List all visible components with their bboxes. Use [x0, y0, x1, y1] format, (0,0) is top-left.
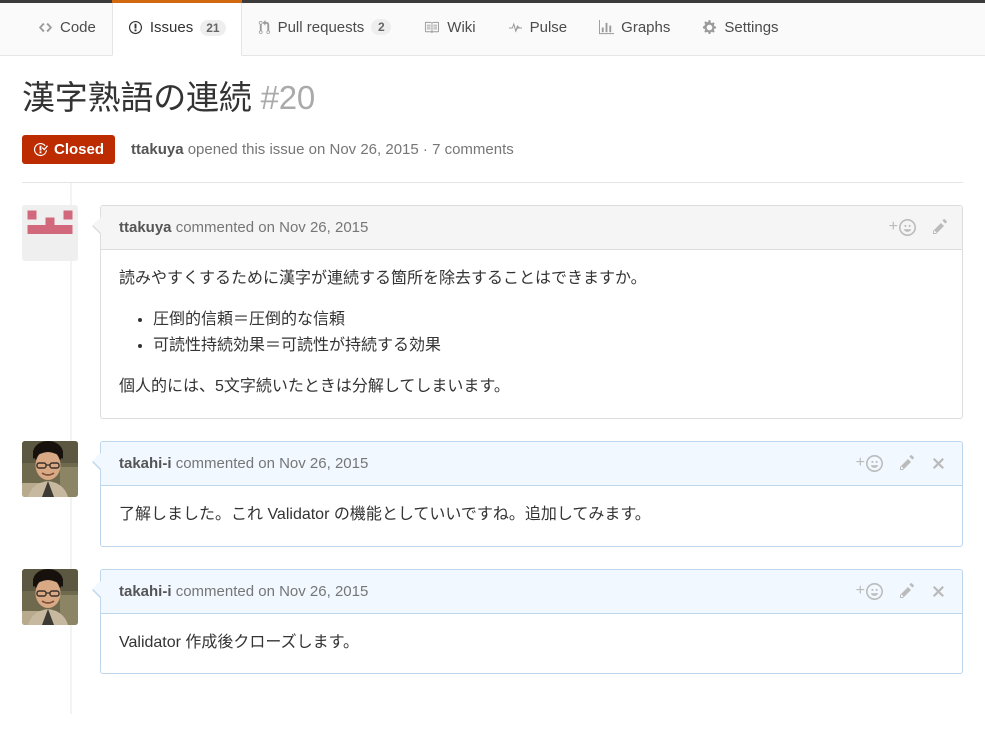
x-icon — [931, 455, 948, 472]
issue-closed-icon — [33, 142, 48, 157]
issue-meta-date: Nov 26, 2015 — [329, 140, 419, 158]
comment-date: Nov 26, 2015 — [279, 218, 369, 236]
comment-body: Validator 作成後クローズします。 — [101, 614, 962, 674]
comment-box: ttakuya commented on Nov 26, 2015 + 読みやす… — [92, 204, 963, 419]
pulse-icon — [508, 20, 523, 35]
issue-opened-icon — [128, 20, 143, 35]
add-reaction-button[interactable]: + — [888, 218, 916, 236]
delete-comment-button[interactable] — [931, 455, 948, 472]
issue-meta-separator: · — [422, 140, 428, 158]
tab-code[interactable]: Code — [22, 0, 112, 55]
avatar[interactable] — [22, 440, 78, 497]
edit-comment-button[interactable] — [899, 583, 915, 599]
photo-avatar — [22, 440, 78, 497]
issue-number: #20 — [260, 79, 316, 116]
comment-action-text: commented on — [175, 218, 275, 236]
code-icon — [38, 20, 53, 35]
comment-date: Nov 26, 2015 — [279, 454, 369, 472]
comments-timeline: ttakuya commented on Nov 26, 2015 + 読みやす… — [0, 182, 985, 714]
list-item: 可読性持続効果＝可読性が持続する効果 — [153, 333, 944, 359]
tab-pulse-label: Pulse — [529, 18, 568, 36]
comment-author[interactable]: takahi-i — [119, 455, 172, 472]
plus-icon: + — [855, 582, 865, 600]
issue-comment-count: 7 comments — [432, 140, 514, 158]
list-item: 圧倒的信頼＝圧倒的な信頼 — [153, 307, 944, 333]
comment-paragraph: Validator 作成後クローズします。 — [119, 633, 360, 651]
timeline-comment: takahi-i commented on Nov 26, 2015 + — [22, 440, 963, 547]
issue-title-text: 漢字熟語の連続 — [22, 79, 252, 116]
comment-byline: ttakuya commented on Nov 26, 2015 — [119, 219, 368, 236]
comment-byline: takahi-i commented on Nov 26, 2015 — [119, 455, 368, 472]
book-icon — [423, 20, 440, 35]
edit-comment-button[interactable] — [932, 219, 948, 235]
comment-byline: takahi-i commented on Nov 26, 2015 — [119, 583, 368, 600]
comment-list: 圧倒的信頼＝圧倒的な信頼 可読性持続効果＝可読性が持続する効果 — [119, 307, 944, 358]
issue-meta-action: opened this issue on — [187, 140, 326, 158]
comment-author[interactable]: ttakuya — [119, 219, 172, 236]
comment-body: 了解しました。これ Validator の機能としていいですね。追加してみます。 — [101, 486, 962, 546]
page-title: 漢字熟語の連続 #20 — [22, 78, 963, 118]
tab-pull-requests-label: Pull requests — [277, 18, 365, 36]
edit-comment-button[interactable] — [899, 455, 915, 471]
avatar[interactable] — [22, 568, 78, 625]
graph-icon — [599, 19, 615, 35]
identicon-avatar — [22, 204, 78, 261]
x-icon — [931, 583, 948, 600]
timeline-comment: ttakuya commented on Nov 26, 2015 + 読みやす… — [22, 204, 963, 419]
tab-graphs[interactable]: Graphs — [583, 0, 686, 55]
tab-issues-count: 21 — [200, 19, 226, 36]
add-reaction-button[interactable]: + — [855, 582, 883, 600]
tab-issues-label: Issues — [149, 19, 194, 36]
issue-meta: Closed ttakuya opened this issue on Nov … — [22, 134, 963, 182]
comment-header: ttakuya commented on Nov 26, 2015 + — [101, 205, 962, 250]
comment-header: takahi-i commented on Nov 26, 2015 + — [101, 441, 962, 486]
tab-settings[interactable]: Settings — [686, 0, 794, 55]
comment-body: 読みやすくするために漢字が連続する箇所を除去することはできますか。 圧倒的信頼＝… — [101, 250, 962, 418]
comment-actions: + — [888, 218, 948, 236]
pencil-icon — [932, 219, 948, 235]
comment-author[interactable]: takahi-i — [119, 583, 172, 600]
tab-pull-requests-count: 2 — [371, 19, 392, 35]
comment-action-text: commented on — [175, 582, 275, 600]
plus-icon: + — [888, 218, 898, 236]
comment-paragraph: 了解しました。これ Validator の機能としていいですね。追加してみます。 — [119, 505, 651, 523]
pencil-icon — [899, 455, 915, 471]
comment-box: takahi-i commented on Nov 26, 2015 + — [92, 440, 963, 547]
comment-paragraph: 個人的には、5文字続いたときは分解してしまいます。 — [119, 378, 510, 396]
pencil-icon — [899, 583, 915, 599]
delete-comment-button[interactable] — [931, 583, 948, 600]
comment-actions: + — [855, 582, 948, 600]
tab-issues[interactable]: Issues 21 — [111, 0, 242, 56]
add-reaction-button[interactable]: + — [855, 454, 883, 472]
issue-author[interactable]: ttakuya — [131, 141, 184, 158]
smiley-icon — [899, 218, 916, 236]
comment-box: takahi-i commented on Nov 26, 2015 + — [92, 568, 963, 675]
issue-header: 漢字熟語の連続 #20 Closed ttakuya opened this i… — [0, 56, 985, 182]
tab-graphs-label: Graphs — [621, 18, 671, 36]
comment-date: Nov 26, 2015 — [279, 582, 369, 600]
comment-paragraph: 読みやすくするために漢字が連続する箇所を除去することはできますか。 — [119, 269, 647, 287]
repo-nav: Code Issues 21 Pull requests 2 Wiki Puls… — [0, 0, 985, 56]
plus-icon: + — [855, 454, 865, 472]
photo-avatar — [22, 568, 78, 625]
tab-code-label: Code — [60, 18, 96, 36]
tab-pull-requests[interactable]: Pull requests 2 — [242, 0, 408, 55]
issue-meta-text: ttakuya opened this issue on Nov 26, 201… — [131, 141, 514, 158]
comment-action-text: commented on — [175, 454, 275, 472]
tab-settings-label: Settings — [724, 18, 779, 36]
smiley-icon — [866, 454, 883, 472]
git-pull-request-icon — [258, 19, 271, 35]
tab-wiki-label: Wiki — [447, 18, 476, 36]
gear-icon — [702, 19, 717, 35]
timeline-comment: takahi-i commented on Nov 26, 2015 + — [22, 568, 963, 675]
tab-pulse[interactable]: Pulse — [492, 0, 584, 55]
status-badge: Closed — [22, 134, 116, 164]
status-badge-label: Closed — [54, 140, 105, 158]
smiley-icon — [866, 582, 883, 600]
tab-wiki[interactable]: Wiki — [407, 0, 491, 55]
comment-actions: + — [855, 454, 948, 472]
avatar[interactable] — [22, 204, 78, 261]
comment-header: takahi-i commented on Nov 26, 2015 + — [101, 569, 962, 614]
